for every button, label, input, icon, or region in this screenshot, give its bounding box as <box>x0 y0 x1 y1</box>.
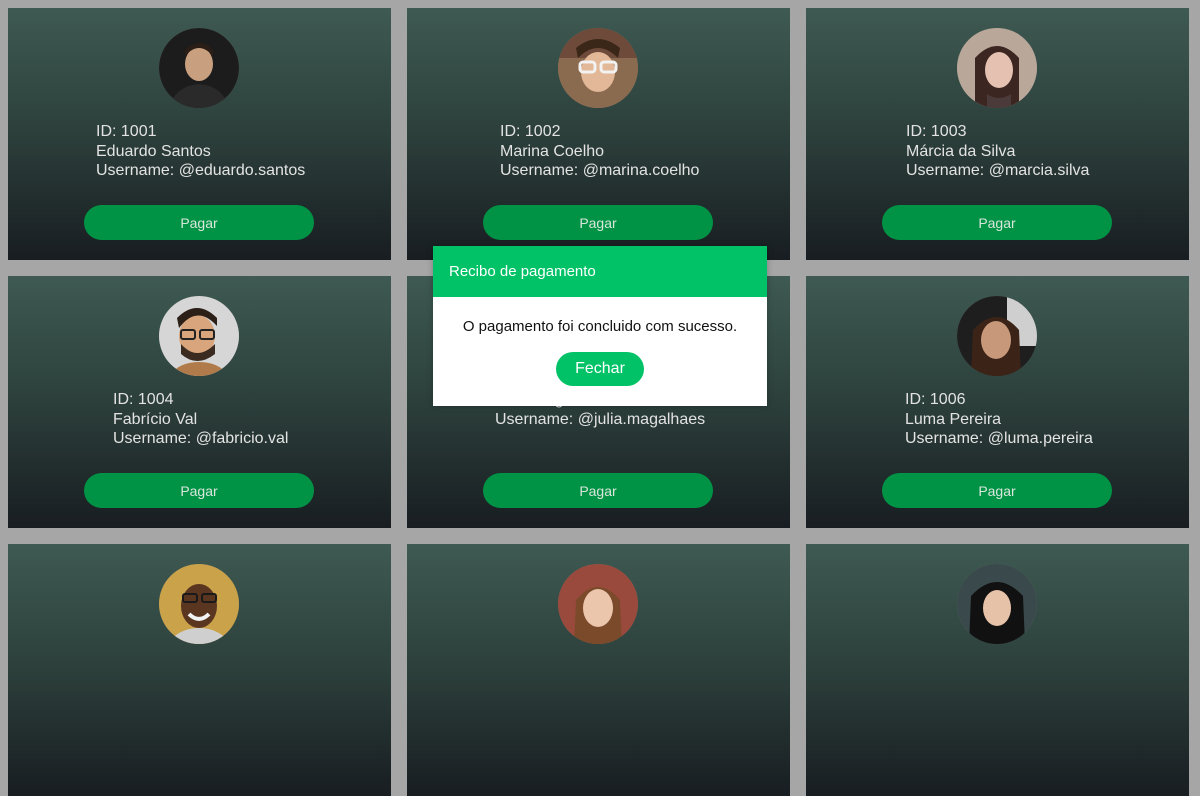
avatar <box>159 296 239 376</box>
avatar <box>957 296 1037 376</box>
user-info: ID: 1006 Luma Pereira Username: @luma.pe… <box>905 390 1093 449</box>
user-id: ID: 1001 <box>96 123 157 140</box>
avatar-photo-icon <box>159 564 239 644</box>
user-username: Username: @fabricio.val <box>113 430 289 447</box>
payment-receipt-modal: Recibo de pagamento O pagamento foi conc… <box>433 246 767 406</box>
pay-button[interactable]: Pagar <box>882 473 1112 508</box>
user-username: Username: @julia.magalhaes <box>495 410 706 428</box>
pay-button[interactable]: Pagar <box>882 205 1112 240</box>
user-info: ID: 1003 Márcia da Silva Username: @marc… <box>906 122 1089 181</box>
user-id: ID: 1004 <box>113 391 174 408</box>
user-username: Username: @eduardo.santos <box>96 162 306 179</box>
user-name: Luma Pereira <box>905 410 1002 428</box>
pay-button[interactable]: Pagar <box>84 473 314 508</box>
avatar-photo-icon <box>957 28 1037 108</box>
avatar <box>558 564 638 644</box>
avatar-photo-icon <box>159 296 239 376</box>
avatar-photo-icon <box>957 564 1037 644</box>
user-name: Eduardo Santos <box>96 142 211 160</box>
avatar <box>159 28 239 108</box>
user-info: ID: 1002 Marina Coelho Username: @marina… <box>500 122 699 181</box>
user-card: ID: 1003 Márcia da Silva Username: @marc… <box>806 8 1189 260</box>
user-id: ID: 1003 <box>906 123 967 140</box>
user-card: ID: 1006 Luma Pereira Username: @luma.pe… <box>806 276 1189 528</box>
pay-button[interactable]: Pagar <box>483 205 713 240</box>
avatar-photo-icon <box>957 296 1037 376</box>
user-card <box>407 544 790 796</box>
user-username: Username: @marina.coelho <box>500 162 700 179</box>
avatar-photo-icon <box>558 28 638 108</box>
avatar <box>957 564 1037 644</box>
user-card: ID: 1004 Fabrício Val Username: @fabrici… <box>8 276 391 528</box>
user-card <box>806 544 1189 796</box>
user-card <box>8 544 391 796</box>
user-card: ID: 1001 Eduardo Santos Username: @eduar… <box>8 8 391 260</box>
user-id: ID: 1006 <box>905 391 966 408</box>
user-name: Fabrício Val <box>113 410 198 428</box>
user-info: ID: 1004 Fabrício Val Username: @fabrici… <box>113 390 288 449</box>
user-name: Marina Coelho <box>500 142 605 160</box>
pay-button[interactable]: Pagar <box>483 473 713 508</box>
avatar-photo-icon <box>159 28 239 108</box>
avatar <box>558 28 638 108</box>
user-username: Username: @marcia.silva <box>906 162 1090 179</box>
pay-button[interactable]: Pagar <box>84 205 314 240</box>
modal-message: O pagamento foi concluido com sucesso. <box>462 318 738 335</box>
close-button[interactable]: Fechar <box>556 352 644 386</box>
modal-title: Recibo de pagamento <box>433 246 767 297</box>
user-id: ID: 1002 <box>500 123 561 140</box>
user-name: Márcia da Silva <box>906 142 1016 160</box>
avatar <box>159 564 239 644</box>
user-username: Username: @luma.pereira <box>905 430 1093 447</box>
user-info: ID: 1001 Eduardo Santos Username: @eduar… <box>96 122 305 181</box>
avatar-photo-icon <box>558 564 638 644</box>
user-card: ID: 1002 Marina Coelho Username: @marina… <box>407 8 790 260</box>
avatar <box>957 28 1037 108</box>
